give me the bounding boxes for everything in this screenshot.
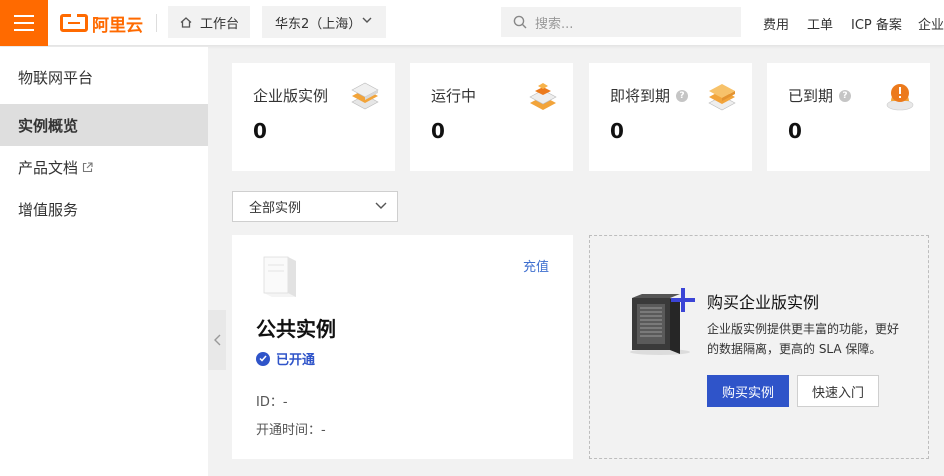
sidebar-title: 物联网平台 [18,69,94,87]
sidebar-item-value-added[interactable]: 增值服务 [0,188,208,230]
region-selector[interactable]: 华东2（上海） [262,6,386,38]
buy-enterprise-panel: 购买企业版实例 企业版实例提供更丰富的功能，更好的数据隔离，更高的 SLA 保障… [589,235,929,459]
help-icon[interactable]: ? [676,89,689,102]
stat-label: 即将到期 [610,87,671,105]
aliyun-logo-mark-icon [60,14,88,32]
stack-icon [351,82,379,110]
external-link-icon [82,161,93,172]
help-icon[interactable]: ? [839,89,852,102]
workbench-label: 工作台 [200,16,240,32]
expired-alert-icon [886,84,914,111]
region-label: 华东2（上海） [275,16,362,32]
opened-time: 开通时间：- [256,423,326,438]
stat-card-enterprise: 企业版实例 0 [232,63,395,171]
search-icon [513,15,527,29]
sidebar-item-instance-overview[interactable]: 实例概览 [0,104,208,146]
sidebar-item-label: 增值服务 [18,200,79,219]
chevron-down-icon [375,202,387,209]
instance-filter-select[interactable]: 全部实例 [232,191,398,222]
public-instance-card: 充值 公共实例 已开通 ID：- 开通时间：- [232,235,573,459]
check-circle-icon [256,351,270,366]
divider [156,14,157,32]
stat-value: 0 [788,119,802,143]
hamburger-menu-button[interactable] [0,0,48,46]
stat-card-expired: 已到期 ? 0 [767,63,930,171]
stat-value: 0 [431,119,445,143]
status-label: 已开通 [276,353,316,368]
stat-card-expiring: 即将到期 ? 0 [589,63,752,171]
sidebar-item-label: 产品文档 [18,158,79,177]
chevron-left-icon [213,334,220,346]
hamburger-icon [14,15,34,17]
aliyun-logo[interactable]: 阿里云 [60,12,143,36]
search-placeholder: 搜索... [535,16,574,32]
nav-icp[interactable]: ICP 备案 [851,14,902,33]
recharge-link[interactable]: 充值 [523,256,549,275]
instance-id: ID：- [256,395,288,410]
stat-card-running: 运行中 0 [410,63,573,171]
stat-value: 0 [610,119,624,143]
sidebar: 物联网平台 实例概览 产品文档 增值服务 [0,47,208,476]
search-input[interactable]: 搜索... [501,7,741,37]
chevron-down-icon [362,17,372,23]
sidebar-item-product-docs[interactable]: 产品文档 [0,146,208,188]
stat-value: 0 [253,119,267,143]
running-stack-icon [529,83,557,110]
filter-value: 全部实例 [249,201,302,216]
nav-enterprise[interactable]: 企业 [918,14,944,33]
nav-billing[interactable]: 费用 [763,14,789,33]
nav-tickets[interactable]: 工单 [807,14,833,33]
expiring-stack-icon [708,84,736,111]
public-instance-title: 公共实例 [256,317,336,341]
sidebar-collapse-button[interactable] [208,310,226,370]
workbench-button[interactable]: 工作台 [168,6,250,38]
stat-label: 企业版实例 [253,87,329,105]
stat-label: 已到期 [788,87,834,105]
promo-description: 企业版实例提供更丰富的功能，更好的数据隔离，更高的 SLA 保障。 [707,322,900,356]
status-badge: 已开通 [256,349,315,368]
home-icon [180,16,192,28]
top-bar: 阿里云 工作台 华东2（上海） 搜索... 费用 工单 ICP 备案 企业 [0,0,944,46]
buy-instance-button[interactable]: 购买实例 [707,375,789,407]
server-icon [263,256,296,297]
promo-title: 购买企业版实例 [707,293,820,312]
quick-start-button[interactable]: 快速入门 [797,375,879,407]
sidebar-item-label: 实例概览 [18,116,79,135]
brand-name: 阿里云 [92,15,143,36]
add-server-icon [630,288,695,355]
stat-label: 运行中 [431,87,477,105]
